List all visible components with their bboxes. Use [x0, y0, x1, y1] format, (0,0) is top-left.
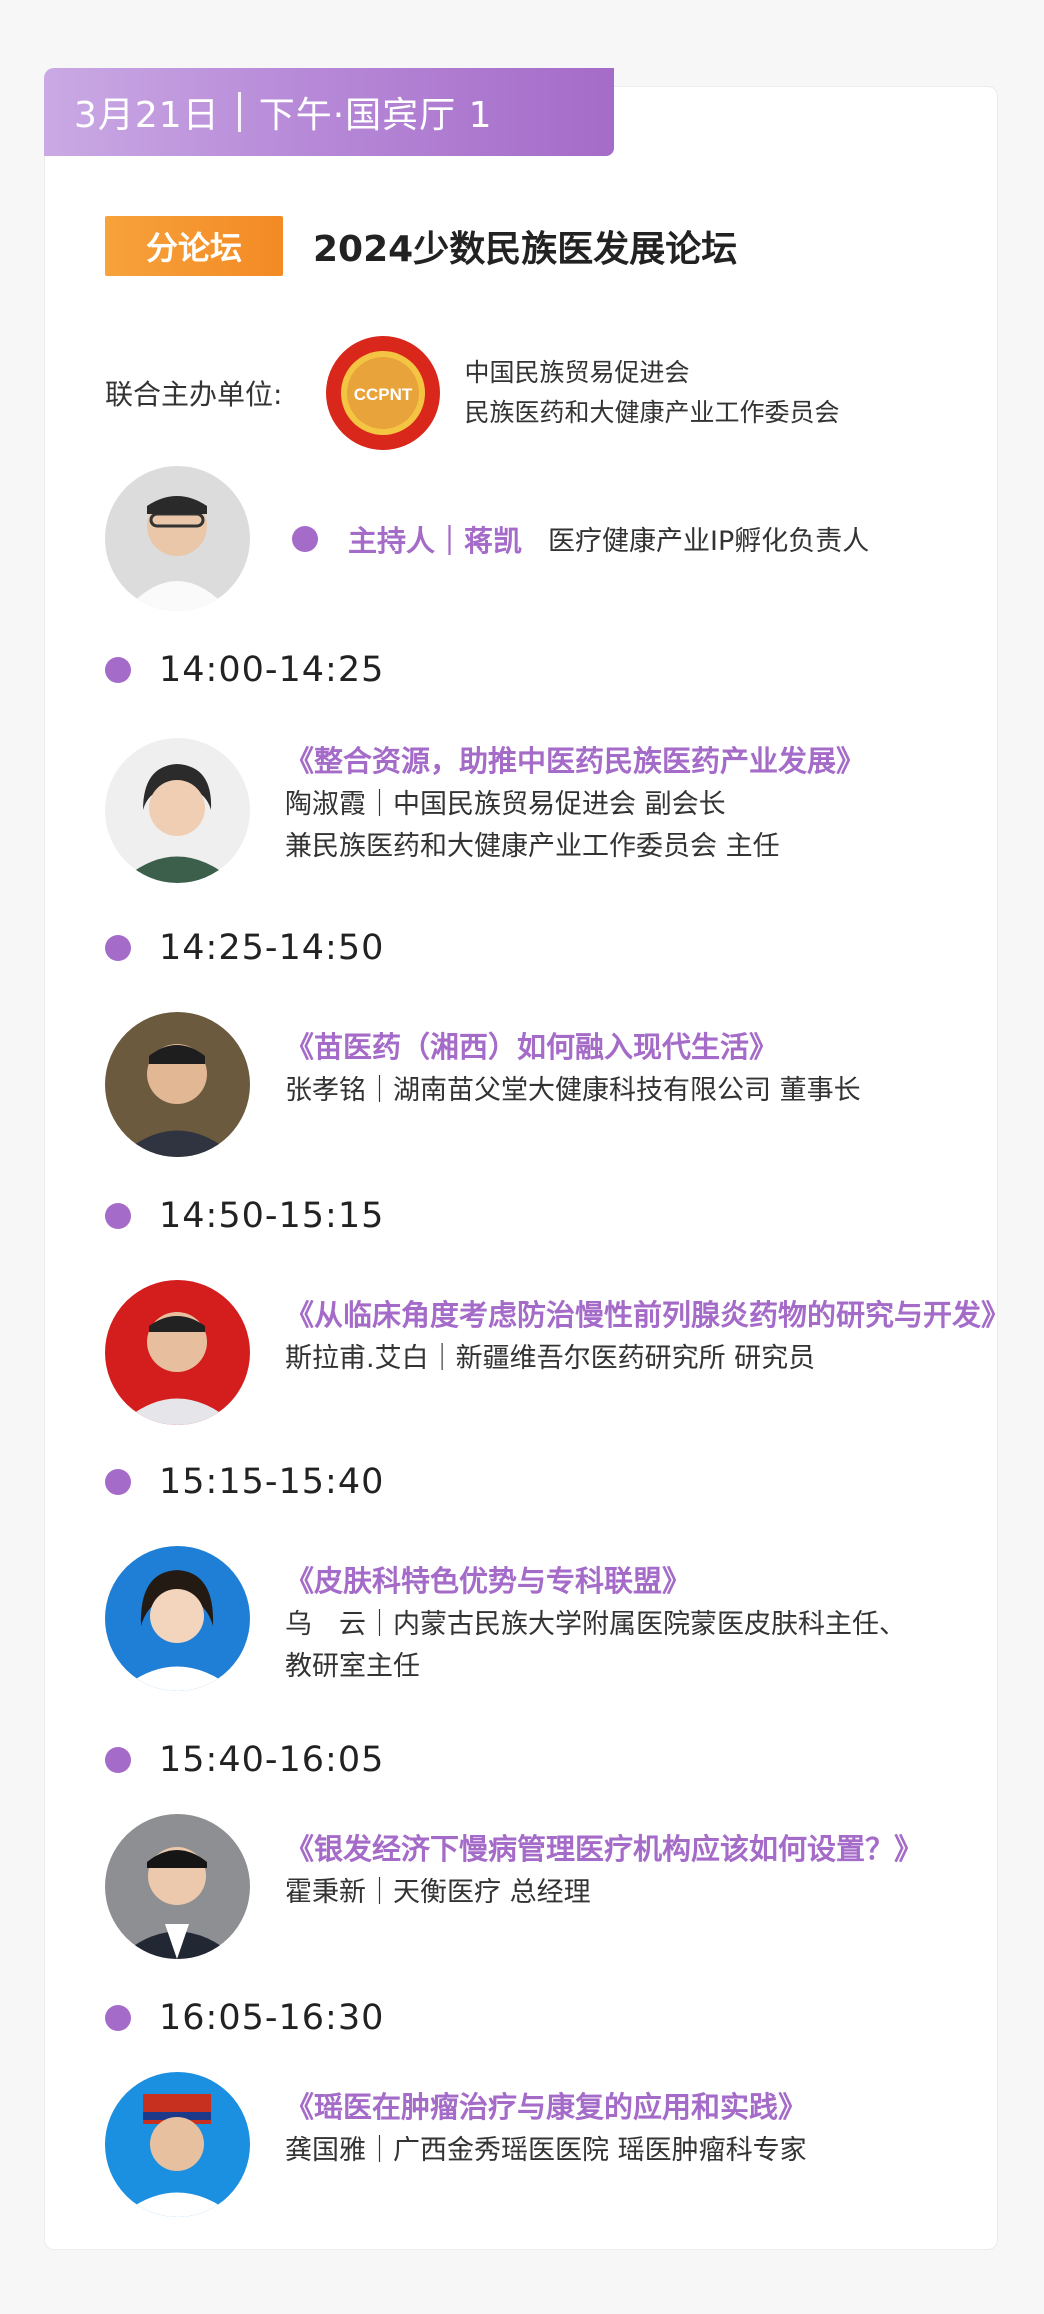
- host-avatar: [105, 466, 250, 611]
- speaker-avatar: [105, 1280, 250, 1425]
- session-time-row: 15:40-16:05: [105, 1740, 384, 1780]
- bullet-dot: [105, 2005, 131, 2031]
- bullet-dot: [105, 1469, 131, 1495]
- session-date: 3月21日: [74, 95, 220, 136]
- session-time-row: 16:05-16:30: [105, 1998, 384, 2038]
- talk-title: 《银发经济下慢病管理医疗机构应该如何设置？》: [285, 1832, 924, 1866]
- organizer-line: 民族医药和大健康产业工作委员会: [464, 397, 840, 427]
- speaker-avatar: [105, 2072, 250, 2217]
- talk-title: 《皮肤科特色优势与专科联盟》: [285, 1564, 692, 1598]
- speaker-avatar: [105, 1546, 250, 1691]
- session-talk: 《整合资源，助推中医药民族医药产业发展》 陶淑霞｜中国民族贸易促进会 副会长 兼…: [105, 738, 985, 888]
- host-desc: 医疗健康产业IP孵化负责人: [548, 526, 870, 557]
- session-time-row: 15:15-15:40: [105, 1462, 384, 1502]
- session-time: 14:25-14:50: [159, 928, 385, 968]
- bullet-dot: [292, 525, 318, 552]
- host-row: 主持人｜蒋凯 医疗健康产业IP孵化负责人: [105, 466, 869, 611]
- speaker-avatar: [105, 1012, 250, 1157]
- talk-title: 《整合资源，助推中医药民族医药产业发展》: [285, 744, 866, 778]
- talk-title: 《瑶医在肿瘤治疗与康复的应用和实践》: [285, 2090, 808, 2124]
- session-time-row: 14:50-15:15: [105, 1196, 384, 1236]
- bullet-dot: [105, 1203, 131, 1229]
- session-time: 16:05-16:30: [159, 1998, 385, 2038]
- talk-title: 《从临床角度考虑防治慢性前列腺炎药物的研究与开发》: [285, 1298, 1011, 1332]
- session-talk: 《银发经济下慢病管理医疗机构应该如何设置？》 霍秉新｜天衡医疗 总经理: [105, 1814, 985, 1964]
- forum-tag: 分论坛: [105, 216, 283, 276]
- organizer-line: 中国民族贸易促进会: [464, 357, 690, 387]
- talk-title: 《苗医药（湘西）如何融入现代生活》: [285, 1030, 779, 1064]
- speaker-info: 兼民族医药和大健康产业工作委员会 主任: [285, 831, 780, 862]
- bullet-dot: [105, 1747, 131, 1773]
- bullet-dot: [105, 657, 131, 683]
- organizer-label: 联合主办单位:: [105, 377, 283, 411]
- speaker-info: 龚国雅｜广西金秀瑶医医院 瑶医肿瘤科专家: [285, 2135, 807, 2166]
- session-talk: 《从临床角度考虑防治慢性前列腺炎药物的研究与开发》 斯拉甫.艾白｜新疆维吾尔医药…: [105, 1280, 1011, 1430]
- session-time: 14:00-14:25: [159, 650, 385, 690]
- speaker-info: 张孝铭｜湖南苗父堂大健康科技有限公司 董事长: [285, 1075, 861, 1106]
- session-time: 15:40-16:05: [159, 1740, 385, 1780]
- forum-header: 分论坛 2024少数民族医发展论坛: [105, 216, 737, 276]
- speaker-avatar: [105, 1814, 250, 1959]
- session-time-row: 14:00-14:25: [105, 650, 384, 690]
- speaker-info: 陶淑霞｜中国民族贸易促进会 副会长: [285, 789, 726, 820]
- session-talk: 《皮肤科特色优势与专科联盟》 乌 云｜内蒙古民族大学附属医院蒙医皮肤科主任、 教…: [105, 1546, 985, 1696]
- session-venue: 下午·国宾厅 1: [258, 95, 493, 136]
- session-time: 14:50-15:15: [159, 1196, 385, 1236]
- forum-title: 2024少数民族医发展论坛: [313, 229, 738, 270]
- session-time: 15:15-15:40: [159, 1462, 385, 1502]
- speaker-avatar: [105, 738, 250, 883]
- logo-text: CCPNT: [354, 385, 413, 404]
- bullet-dot: [105, 935, 131, 961]
- speaker-info: 霍秉新｜天衡医疗 总经理: [285, 1877, 591, 1908]
- date-session-tab: 3月21日 下午·国宾厅 1: [44, 68, 614, 156]
- organizer-names: 中国民族贸易促进会 民族医药和大健康产业工作委员会: [464, 353, 839, 433]
- ccpnt-logo-icon: CCPNT: [326, 335, 441, 450]
- speaker-info: 斯拉甫.艾白｜新疆维吾尔医药研究所 研究员: [285, 1343, 816, 1374]
- session-talk: 《瑶医在肿瘤治疗与康复的应用和实践》 龚国雅｜广西金秀瑶医医院 瑶医肿瘤科专家: [105, 2072, 985, 2222]
- divider: [237, 92, 241, 132]
- speaker-info: 乌 云｜内蒙古民族大学附属医院蒙医皮肤科主任、: [285, 1609, 906, 1640]
- organizer-row: 联合主办单位: CCPNT 中国民族贸易促进会 民族医药和大健康产业工作委员会: [105, 330, 965, 455]
- session-talk: 《苗医药（湘西）如何融入现代生活》 张孝铭｜湖南苗父堂大健康科技有限公司 董事长: [105, 1012, 985, 1162]
- host-role: 主持人｜蒋凯: [348, 523, 523, 558]
- session-time-row: 14:25-14:50: [105, 928, 384, 968]
- speaker-info: 教研室主任: [285, 1651, 420, 1682]
